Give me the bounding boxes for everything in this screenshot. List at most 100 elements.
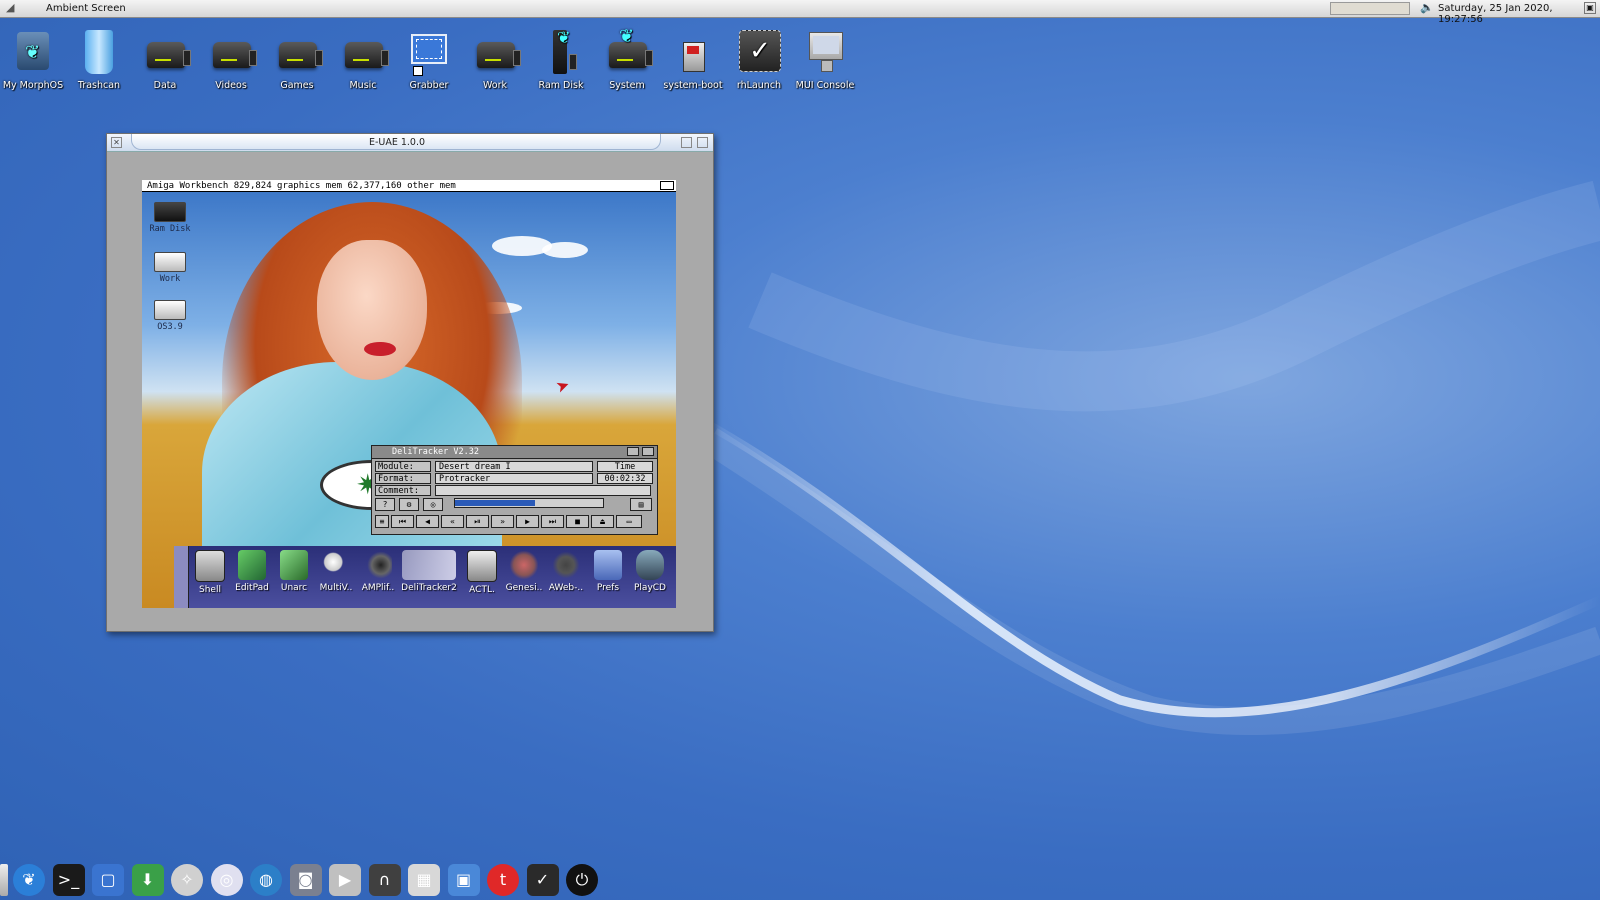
desktop-icon-trashcan[interactable]: Trashcan — [66, 28, 132, 91]
dock-item-label: PlayCD — [634, 583, 666, 593]
volume-icon[interactable]: 🔈 — [1420, 1, 1434, 14]
drive-icon — [209, 28, 257, 76]
screen-depth-gadget-icon[interactable]: ▣ — [1584, 2, 1596, 14]
save-icon[interactable]: ▭ — [616, 515, 642, 528]
stop-icon[interactable]: ■ — [566, 515, 589, 528]
desktop-icon-system[interactable]: ❦ System — [594, 26, 660, 91]
euae-window[interactable]: ✕ E-UAE 1.0.0 Amiga Workbench 829,824 gr… — [106, 133, 714, 632]
twitter-bird-icon[interactable]: t — [487, 864, 519, 896]
wb-icon-ram-disk[interactable]: Ram Disk — [148, 202, 192, 234]
euae-title-bar[interactable]: ✕ E-UAE 1.0.0 — [107, 134, 713, 152]
dock-item-prefs[interactable]: Prefs — [588, 550, 628, 593]
desktop-icon-videos[interactable]: Videos — [198, 28, 264, 91]
globe-icon[interactable]: ◍ — [250, 864, 282, 896]
desktop-icon-system-boot[interactable]: system-boot — [660, 28, 726, 91]
globe-icon — [510, 550, 538, 580]
film-strip-icon[interactable]: ▦ — [408, 864, 440, 896]
module-label: Module: — [375, 461, 431, 472]
screen-menu-icon[interactable]: ◢ — [6, 1, 14, 14]
first-song-icon[interactable]: ⏮ — [391, 515, 414, 528]
cd-disc-icon[interactable]: ◎ — [210, 864, 243, 896]
dock-item-genesis[interactable]: Genesi.. — [504, 550, 544, 593]
time-button[interactable]: Time — [597, 461, 653, 472]
next-song-icon[interactable]: ⏭ — [541, 515, 564, 528]
camera-photos-icon[interactable]: ◙ — [289, 864, 322, 896]
previous-icon[interactable]: ◀ — [416, 515, 439, 528]
menu-toggle-icon[interactable]: ≡ — [375, 515, 389, 528]
power-icon[interactable]: ⏻ — [566, 864, 598, 896]
media-player-icon[interactable]: ▶ — [329, 864, 361, 896]
desktop-icon-label: Grabber — [409, 80, 449, 91]
dock-item-multiview[interactable]: MultiV.. — [316, 550, 356, 593]
rewind-icon[interactable]: « — [441, 515, 464, 528]
dock-item-label: DeliTracker2 — [401, 583, 457, 593]
desktop-icon-music[interactable]: Music — [330, 28, 396, 91]
morphos-butterfly-icon[interactable]: ❦ — [13, 864, 45, 896]
prefs-icon[interactable]: ⚙ — [399, 498, 419, 511]
wb-icon-label: Ram Disk — [149, 224, 191, 234]
dock-scroll-icon[interactable] — [174, 546, 189, 608]
drive-icon — [154, 300, 186, 320]
desktop-icon-games[interactable]: Games — [264, 28, 330, 91]
play-icon[interactable]: ▶ — [516, 515, 539, 528]
grabber-icon — [407, 28, 451, 76]
drive-icon — [275, 28, 323, 76]
keyboard-icon[interactable]: ▤ — [630, 498, 652, 511]
dock-item-amplifier[interactable]: AMPlif.. — [358, 550, 398, 593]
compass-browser-icon[interactable]: ✧ — [171, 864, 203, 896]
butterfly-icon: ❦ — [11, 28, 55, 76]
cd-player-icon — [636, 550, 664, 580]
dock-item-playcd[interactable]: PlayCD — [630, 550, 670, 593]
zoom-gadget-icon[interactable] — [681, 137, 692, 148]
depth-gadget-icon[interactable] — [697, 137, 708, 148]
desktop-icon-work[interactable]: Work — [462, 28, 528, 91]
amiga-workbench-screen[interactable]: Amiga Workbench 829,824 graphics mem 62,… — [142, 180, 676, 608]
desktop-icon-my-morphos[interactable]: ❦ My MorphOS — [0, 28, 66, 91]
desktop-icon-label: MUI Console — [795, 80, 855, 91]
fast-forward-icon[interactable]: » — [491, 515, 514, 528]
system-drive-icon: ❦ — [605, 26, 653, 76]
help-icon[interactable]: ? — [375, 498, 395, 511]
wb-icon-work[interactable]: Work — [148, 252, 192, 284]
dock-item-label: Unarc — [280, 583, 308, 593]
delitracker-title-bar[interactable]: DeliTracker V2.32 — [372, 446, 657, 459]
disk-icon[interactable]: ◎ — [423, 498, 443, 511]
desktop-icon-data[interactable]: Data — [132, 28, 198, 91]
dock-item-editpad[interactable]: EditPad — [232, 550, 272, 593]
zoom-gadget-icon[interactable] — [627, 447, 639, 456]
screen-grab-icon[interactable]: ▢ — [92, 864, 124, 896]
terminal-icon[interactable]: >_ — [52, 864, 85, 896]
depth-gadget-icon[interactable] — [642, 447, 654, 456]
desktop-icon-label: Work — [482, 80, 508, 91]
time-value: 00:02:32 — [597, 473, 653, 484]
dock-item-label: AWeb-.. — [548, 583, 584, 593]
workbench-depth-icon[interactable] — [660, 181, 674, 190]
desktop-icon-label: Ram Disk — [538, 80, 584, 91]
dock-item-delitracker2[interactable]: DeliTracker2 — [400, 550, 458, 593]
desktop-icon-rhlaunch[interactable]: ✓ rhLaunch — [726, 28, 792, 91]
actl-icon — [467, 550, 497, 582]
dock-item-shell[interactable]: Shell — [190, 550, 230, 595]
eject-icon[interactable]: ⏏ — [591, 515, 614, 528]
dock-handle-icon[interactable] — [0, 864, 8, 896]
download-icon[interactable]: ⬇ — [131, 864, 164, 896]
bottom-dock: ❦ >_ ▢ ⬇ ✧ ◎ ◍ ◙ ▶ ∩ ▦ ▣ t ✓ ⏻ — [0, 860, 640, 900]
delitracker-window[interactable]: DeliTracker V2.32 Module: Desert dream I… — [371, 445, 658, 535]
network-monitor-icon[interactable]: ▣ — [447, 864, 480, 896]
checkmark-launcher-icon[interactable]: ✓ — [526, 864, 559, 896]
dock-item-actl[interactable]: ACTL. — [462, 550, 502, 595]
clock: Saturday, 25 Jan 2020, 19:27:56 — [1438, 3, 1553, 25]
pause-icon[interactable]: ⏯ — [466, 515, 489, 528]
wb-icon-os39[interactable]: OS3.9 — [148, 300, 192, 332]
desktop-icon-grabber[interactable]: Grabber — [396, 28, 462, 91]
spider-icon — [552, 550, 580, 580]
dock-item-unarc[interactable]: Unarc — [274, 550, 314, 593]
desktop-icon-ram-disk[interactable]: ❦ Ram Disk — [528, 28, 594, 91]
notepad-icon — [238, 550, 266, 580]
dock-item-aweb[interactable]: AWeb-.. — [546, 550, 586, 593]
position-slider[interactable] — [454, 498, 604, 508]
headphones-icon[interactable]: ∩ — [368, 864, 401, 896]
amiga-dock: Shell EditPad Unarc MultiV.. AMPlif.. De… — [174, 546, 676, 608]
ram-disk-icon: ❦ — [539, 28, 583, 76]
desktop-icon-mui-console[interactable]: MUI Console — [792, 28, 858, 91]
